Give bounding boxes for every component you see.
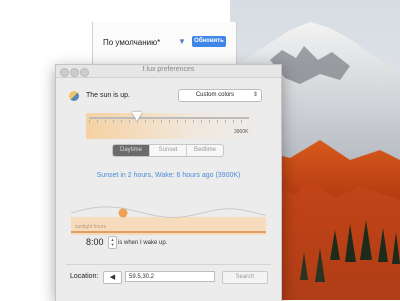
location-arrow-icon[interactable]: ◀	[103, 271, 122, 284]
flux-preferences-window: f.lux preferences The sun is up. Custom …	[55, 64, 282, 301]
wake-time-field[interactable]: 8:00	[86, 237, 104, 247]
location-label: Location:	[70, 273, 99, 280]
chevron-down-icon[interactable]: ▼	[178, 37, 186, 46]
sunlight-hours-label: sunlight hours	[75, 224, 107, 230]
wake-time-label: is when I wake up.	[118, 240, 168, 246]
tab-bedtime[interactable]: Bedtime	[186, 145, 223, 156]
section-divider	[66, 264, 271, 265]
region-select[interactable]: По умолчанию*	[103, 38, 160, 47]
color-mode-select[interactable]: Custom colors ⇕	[178, 89, 262, 102]
sun-status-text: The sun is up.	[86, 92, 130, 99]
slider-thumb[interactable]	[132, 112, 142, 121]
location-input[interactable]: 59.5,30.2	[125, 271, 215, 282]
color-mode-value: Custom colors	[195, 92, 235, 98]
refresh-button[interactable]: Обновить	[192, 36, 226, 47]
time-of-day-tabs: Daytime Sunset Bedtime	[112, 144, 224, 157]
color-temperature-slider[interactable]	[89, 117, 249, 119]
daylight-graph[interactable]	[71, 203, 266, 235]
search-button[interactable]: Search	[222, 271, 268, 284]
window-titlebar: f.lux preferences	[56, 65, 281, 78]
schedule-curve	[71, 206, 266, 218]
graph-sun-marker[interactable]	[118, 208, 128, 218]
window-title: f.lux preferences	[142, 66, 195, 73]
kelvin-label: 3900K	[234, 129, 249, 135]
schedule-info-text: Sunset in 2 hours, Wake: 6 hours ago (39…	[96, 172, 241, 179]
slider-tick-marks	[89, 120, 249, 123]
wake-time-stepper[interactable]: ▲ ▼	[108, 236, 117, 249]
tab-sunset[interactable]: Sunset	[149, 145, 186, 156]
select-arrows-icon: ⇕	[252, 92, 258, 98]
sun-status-icon	[69, 91, 79, 101]
tab-daytime[interactable]: Daytime	[113, 145, 149, 156]
